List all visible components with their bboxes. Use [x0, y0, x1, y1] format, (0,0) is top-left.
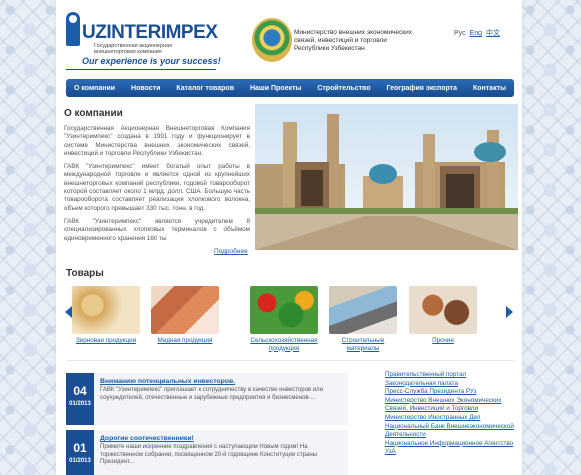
- section-divider: [66, 360, 514, 361]
- product-agriculture[interactable]: Сельскохозяйственная продукция: [248, 286, 320, 352]
- about-paragraph: ГАВК "Узинтеримпекс" является учредителе…: [64, 217, 250, 242]
- about-text: Государственная Акционерная Внешнеторгов…: [64, 125, 250, 248]
- product-building-materials[interactable]: Строительные материалы: [327, 286, 399, 352]
- main-nav: О компании Новости Каталог товаров Наши …: [66, 79, 514, 97]
- lang-zh[interactable]: 中文: [486, 30, 500, 37]
- link-gov-portal[interactable]: Правительственный портал: [385, 371, 517, 380]
- state-emblem-icon: [252, 18, 292, 62]
- news-item: 04 01/2013 Вниманию потенциальных инвест…: [66, 373, 348, 425]
- slogan-divider: [66, 69, 216, 70]
- nav-export-geography[interactable]: География экспорта: [387, 85, 458, 92]
- product-label: Медная продукция: [157, 337, 213, 344]
- news-text: Примите наши искренние поздравления с на…: [100, 444, 317, 465]
- logo-title: UZINTERIMPEX: [82, 22, 218, 43]
- link-legislative-chamber[interactable]: Законодательная палата: [385, 380, 517, 389]
- nav-projects[interactable]: Наши Проекты: [250, 85, 301, 92]
- logo-icon: [66, 12, 80, 46]
- lang-ru[interactable]: Рус: [454, 30, 466, 37]
- registan-photo: [255, 104, 518, 250]
- carousel-next-arrow-icon[interactable]: [506, 306, 513, 318]
- link-press-service[interactable]: Пресс-Служба Президента РУз: [385, 388, 517, 397]
- news-date: 01 01/2013: [66, 430, 94, 475]
- news-title-link[interactable]: Вниманию потенциальных инвесторов.: [100, 378, 235, 385]
- ministry-text: Министерство внешних экономических связе…: [294, 29, 412, 52]
- about-paragraph: ГАВК "Узинтеримпекс" имеет богатый опыт …: [64, 163, 250, 212]
- external-links: Правительственный портал Законодательная…: [385, 371, 517, 457]
- products-heading: Товары: [66, 268, 104, 279]
- product-label: Прочие: [432, 337, 454, 344]
- building-materials-image: [329, 286, 397, 334]
- product-label: Сельскохозяйственная продукция: [250, 337, 318, 352]
- grain-image: [72, 286, 140, 334]
- nav-construction[interactable]: Стройтельство: [317, 85, 370, 92]
- slogan: Our experience is your success!: [82, 56, 221, 66]
- language-switcher: Рус Eng 中文: [454, 28, 502, 38]
- product-label: Зерновая продукция: [75, 337, 137, 344]
- news-day: 01: [73, 441, 87, 455]
- news-text: ГАВК "Узинтеримпекс" приглашает к сотруд…: [100, 387, 323, 401]
- link-ministry-economic-relations[interactable]: Министерство Внешних Экономических Связе…: [385, 397, 517, 414]
- nav-contacts[interactable]: Контакты: [473, 85, 506, 92]
- news-day: 04: [73, 384, 87, 398]
- nav-catalog[interactable]: Каталог товаров: [176, 85, 234, 92]
- lang-en[interactable]: Eng: [470, 30, 482, 37]
- news-date: 04 01/2013: [66, 373, 94, 425]
- about-heading: О компании: [64, 108, 123, 119]
- product-grain[interactable]: Зерновая продукция: [70, 286, 142, 345]
- page: UZINTERIMPEX Государственная акционерная…: [56, 0, 522, 475]
- vegetables-image: [250, 286, 318, 334]
- product-label: Строительные материалы: [341, 337, 385, 352]
- news-title-link[interactable]: Дорогие соотечественники!: [100, 435, 194, 442]
- copper-image: [151, 286, 219, 334]
- link-national-bank[interactable]: Национальный Банк Внешнеэкономической Де…: [385, 423, 517, 440]
- nav-about[interactable]: О компании: [74, 85, 115, 92]
- other-goods-image: [409, 286, 477, 334]
- news-month: 01/2013: [69, 458, 91, 464]
- read-more-link[interactable]: Подробнее: [214, 248, 248, 255]
- product-other[interactable]: Прочие: [407, 286, 479, 345]
- news-item: 01 01/2013 Дорогие соотечественники! При…: [66, 430, 348, 475]
- news-month: 01/2013: [69, 401, 91, 407]
- about-paragraph: Государственная Акционерная Внешнеторгов…: [64, 125, 250, 157]
- product-copper[interactable]: Медная продукция: [149, 286, 221, 345]
- logo-subtitle: Государственная акционерная внешнеторгов…: [94, 43, 173, 55]
- link-foreign-affairs[interactable]: Министерство Иностранных Дел: [385, 414, 517, 423]
- link-news-agency[interactable]: Национальное Информационное Агентство Уз…: [385, 440, 517, 457]
- nav-news[interactable]: Новости: [131, 85, 160, 92]
